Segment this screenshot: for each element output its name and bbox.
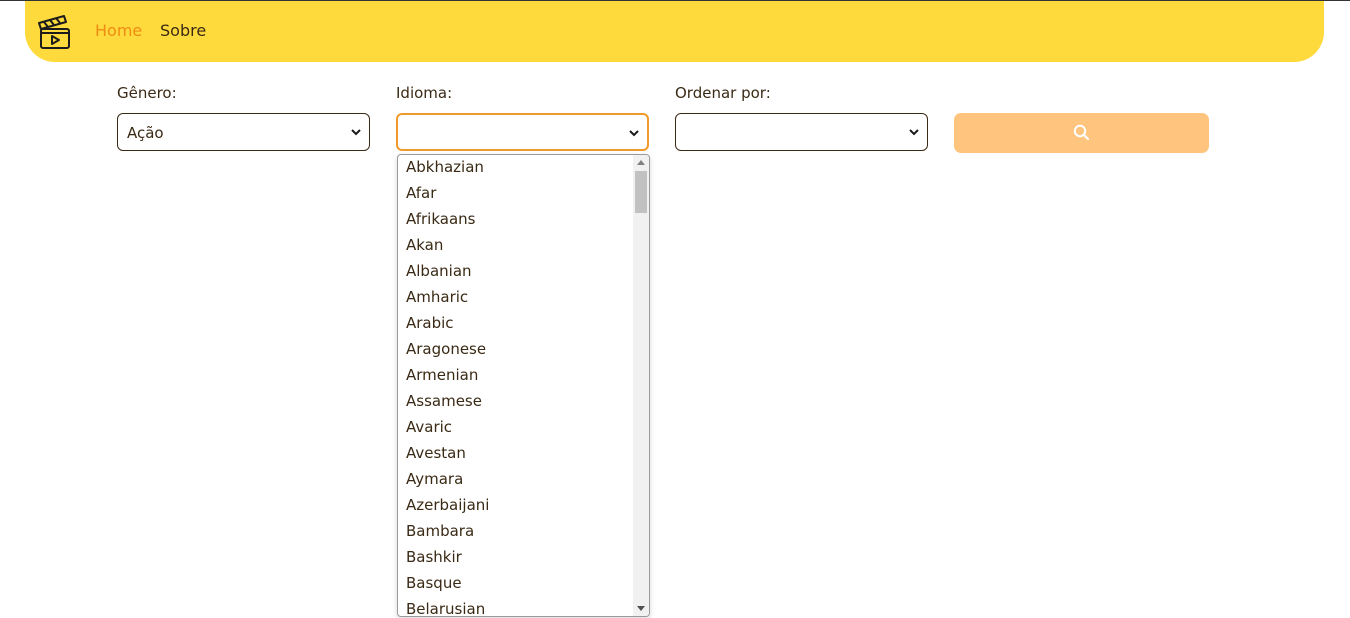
language-option[interactable]: Akan — [398, 233, 634, 259]
navbar: Home Sobre — [25, 1, 1324, 62]
language-option[interactable]: Albanian — [398, 259, 634, 285]
language-option[interactable]: Assamese — [398, 389, 634, 415]
scroll-down-arrow-icon[interactable] — [637, 606, 645, 611]
genre-select-value: Ação — [127, 124, 164, 142]
language-option[interactable]: Azerbaijani — [398, 493, 634, 519]
search-button[interactable] — [954, 113, 1209, 153]
chevron-down-icon — [351, 129, 361, 136]
language-option[interactable]: Aymara — [398, 467, 634, 493]
language-option[interactable]: Bambara — [398, 519, 634, 545]
language-option[interactable]: Aragonese — [398, 337, 634, 363]
language-select[interactable] — [396, 113, 649, 151]
genre-label: Gênero: — [117, 84, 177, 102]
chevron-down-icon — [909, 129, 919, 136]
language-option[interactable]: Afar — [398, 181, 634, 207]
scroll-up-arrow-icon[interactable] — [637, 160, 645, 165]
language-option[interactable]: Basque — [398, 571, 634, 597]
order-label: Ordenar por: — [675, 84, 771, 102]
language-option[interactable]: Arabic — [398, 311, 634, 337]
language-option[interactable]: Avaric — [398, 415, 634, 441]
language-options: Abkhazian Afar Afrikaans Akan Albanian Amhari… — [398, 155, 634, 616]
language-option[interactable]: Belarusian — [398, 597, 634, 616]
language-option[interactable]: Bashkir — [398, 545, 634, 571]
genre-select[interactable]: Ação — [117, 113, 370, 151]
chevron-down-icon — [629, 130, 639, 137]
clapperboard-icon[interactable] — [38, 13, 72, 51]
scrollbar-thumb[interactable] — [635, 171, 647, 213]
language-option[interactable]: Avestan — [398, 441, 634, 467]
language-option[interactable]: Amharic — [398, 285, 634, 311]
dropdown-scrollbar[interactable] — [633, 155, 649, 616]
nav-about-link[interactable]: Sobre — [160, 21, 206, 41]
nav-home-link[interactable]: Home — [95, 21, 142, 41]
language-dropdown-list[interactable]: Abkhazian Afar Afrikaans Akan Albanian Amhari… — [397, 154, 650, 617]
language-option[interactable]: Armenian — [398, 363, 634, 389]
language-option[interactable]: Afrikaans — [398, 207, 634, 233]
language-label: Idioma: — [396, 84, 453, 102]
language-option[interactable]: Abkhazian — [398, 155, 634, 181]
search-icon — [1073, 124, 1090, 141]
order-select[interactable] — [675, 113, 928, 151]
